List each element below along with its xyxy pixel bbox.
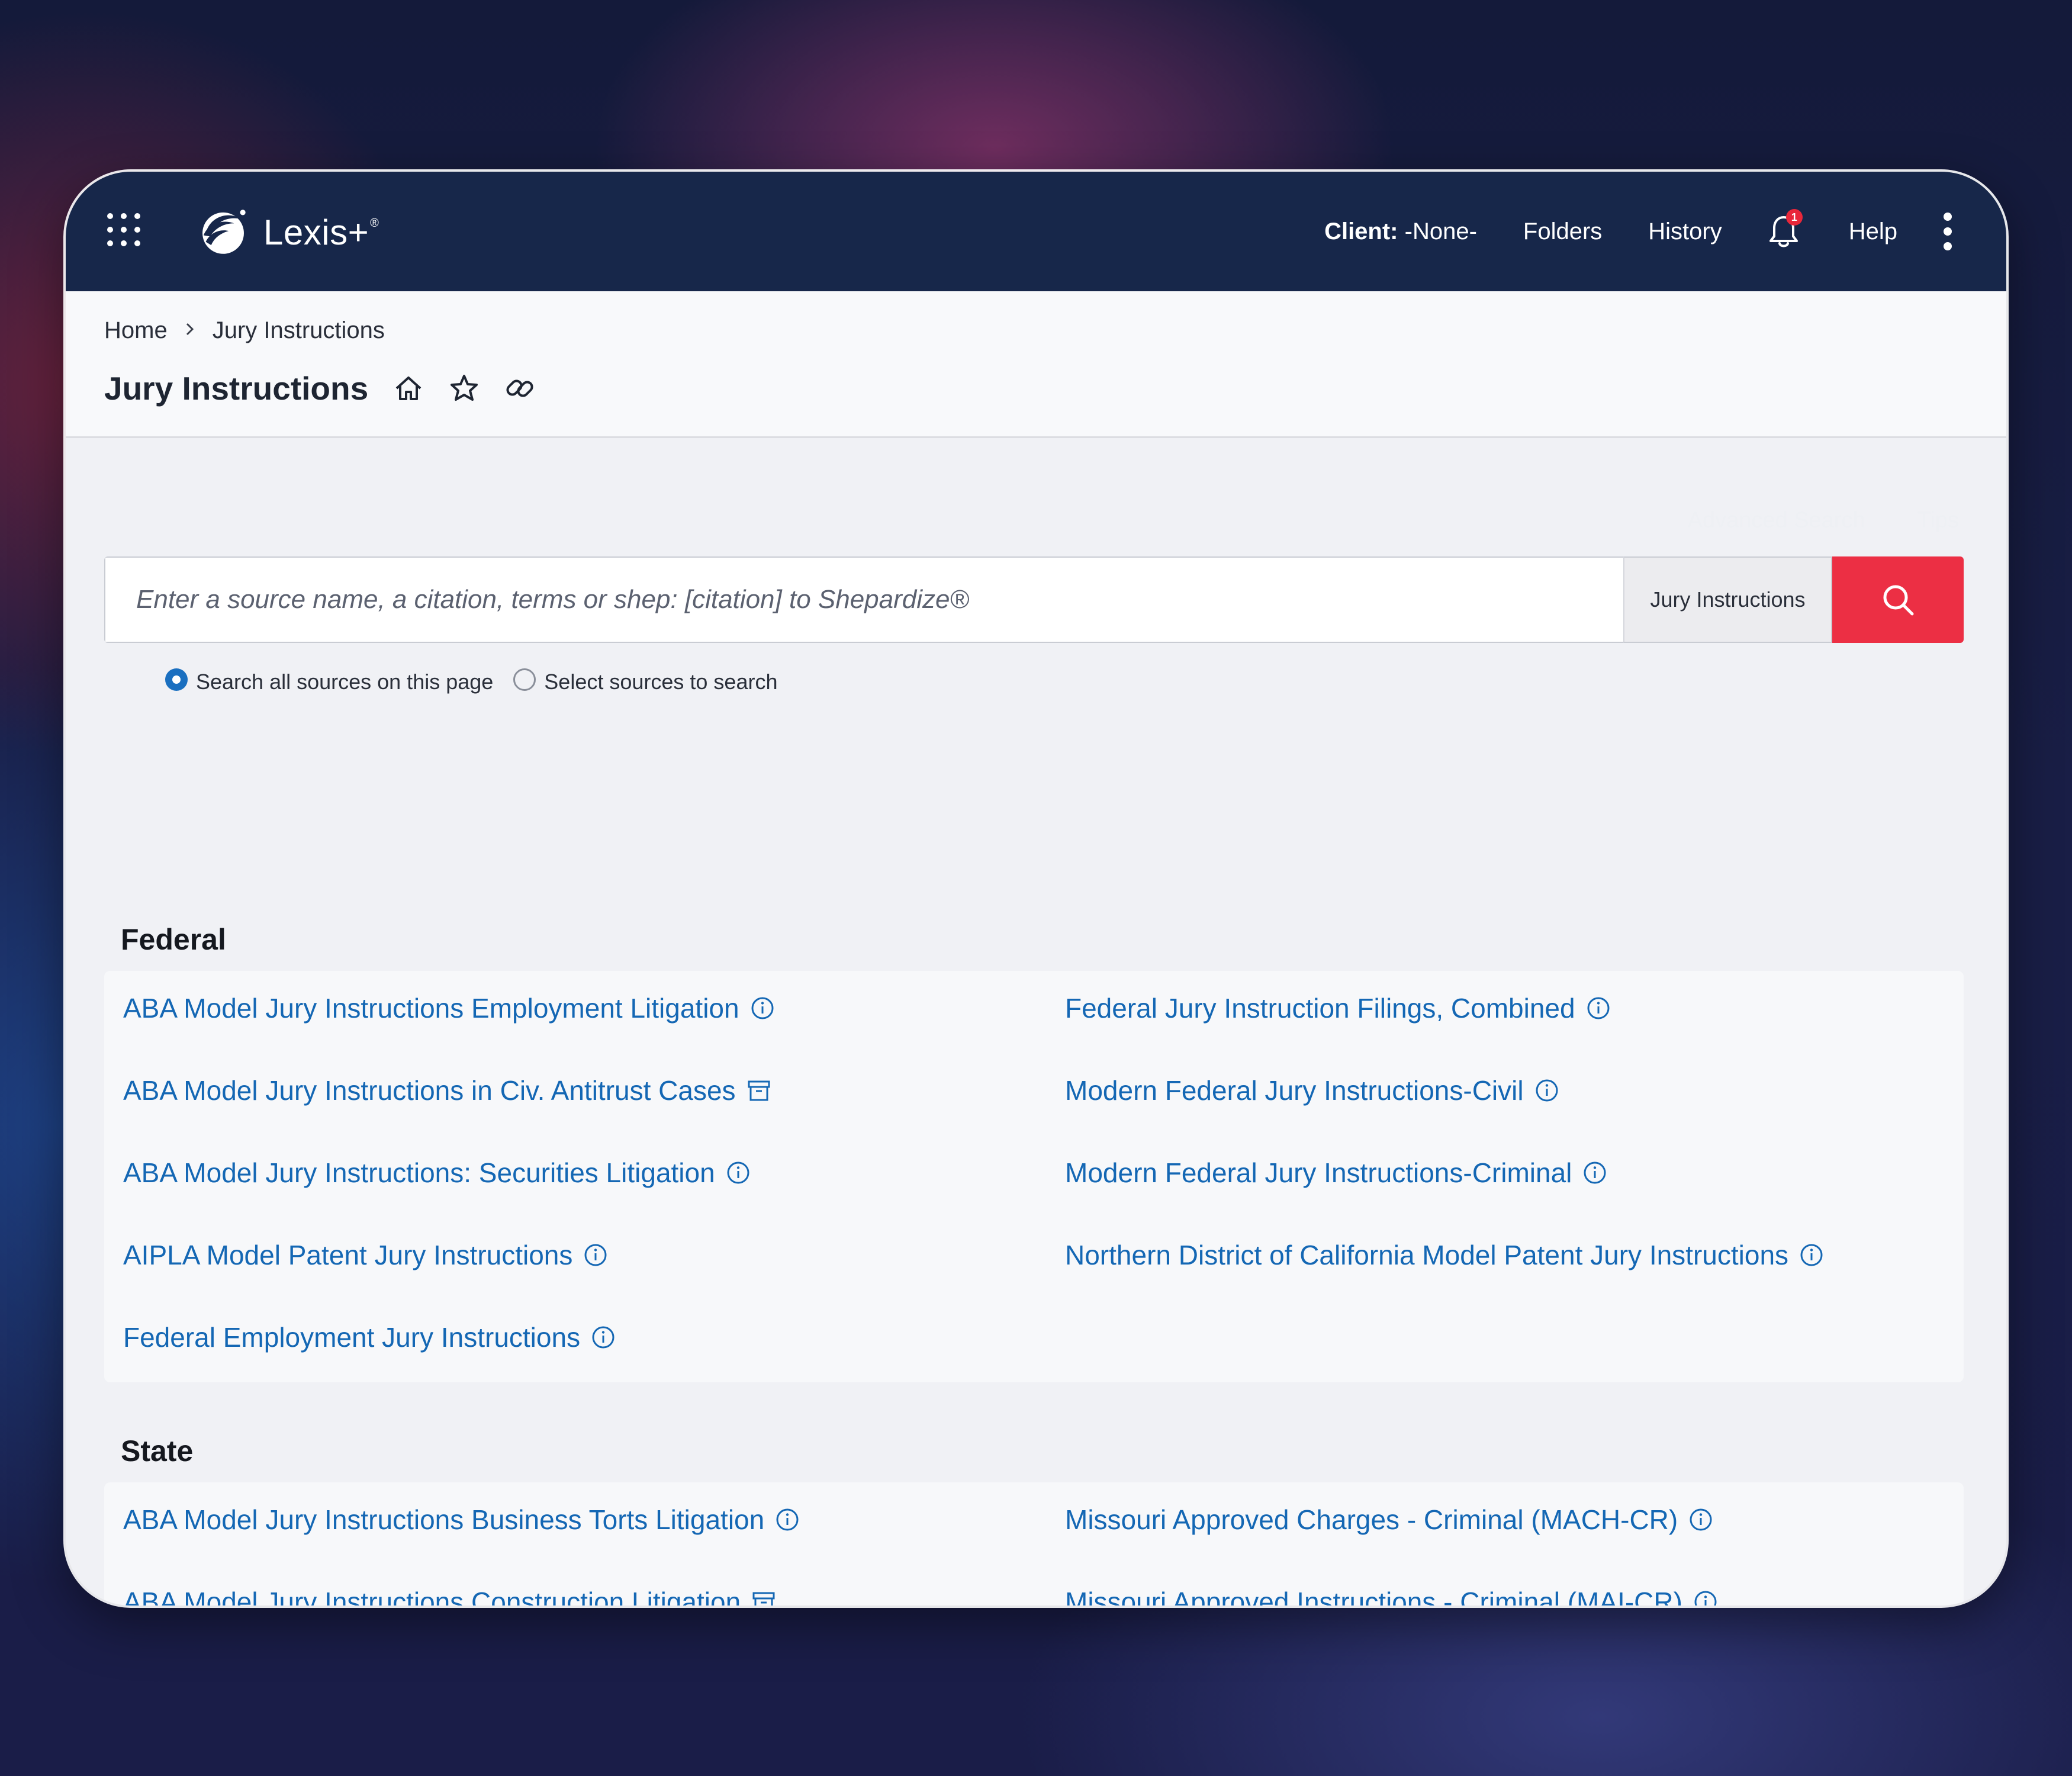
archive-icon[interactable] [747,1078,771,1103]
section-title-federal: Federal [121,923,226,956]
more-options-icon[interactable] [1944,213,1953,250]
info-icon[interactable] [1582,1160,1607,1185]
source-link-label: ABA Model Jury Instructions Employment L… [123,993,739,1024]
client-label: Client: [1324,218,1398,244]
state-source-link[interactable]: Missouri Approved Charges - Criminal (MA… [1065,1504,1713,1536]
notification-count-badge: 1 [1785,209,1803,226]
eagle-logo-icon [202,210,246,254]
section-title-state: State [121,1434,194,1468]
radio-selected-icon[interactable] [165,668,188,691]
info-icon[interactable] [1693,1590,1718,1606]
source-link-label: ABA Model Jury Instructions in Civ. Anti… [123,1075,736,1106]
federal-source-link[interactable]: ABA Model Jury Instructions Employment L… [123,992,775,1024]
federal-source-link[interactable]: AIPLA Model Patent Jury Instructions [123,1239,608,1271]
info-icon[interactable] [1799,1243,1824,1267]
lexis-logo[interactable]: Lexis+ ® [196,202,379,262]
radio-select-sources[interactable]: Select sources to search [513,668,778,694]
search-links: Advanced Search Tips [1636,508,1959,533]
info-icon[interactable] [583,1243,608,1267]
source-link-label: Modern Federal Jury Instructions-Civil [1065,1075,1524,1106]
advanced-search-link[interactable]: Advanced Search [1688,508,1865,533]
federal-source-link[interactable]: Federal Jury Instruction Filings, Combin… [1065,992,1611,1024]
source-link-label: ABA Model Jury Instructions Business Tor… [123,1504,765,1535]
state-source-link[interactable]: Missouri Approved Instructions - Crimina… [1065,1586,1718,1606]
source-link-label: Missouri Approved Charges - Criminal (MA… [1065,1504,1678,1535]
brand-trademark: ® [370,217,379,230]
folders-link[interactable]: Folders [1523,218,1602,245]
page-header: Home Jury Instructions Jury Instructions [66,291,2006,438]
search-icon [1883,585,1914,616]
breadcrumb-current: Jury Instructions [212,317,385,343]
chevron-right-icon [184,317,196,344]
federal-sources-panel: ABA Model Jury Instructions Employment L… [104,971,1964,1382]
radio-search-all[interactable]: Search all sources on this page [165,668,494,694]
search-input[interactable] [104,556,1623,643]
main-content: Advanced Search Tips Jury Instructions S… [66,438,2006,1606]
page-title-row: Jury Instructions [104,369,535,407]
info-icon[interactable] [591,1325,616,1350]
radio-search-all-label: Search all sources on this page [196,670,494,694]
archive-icon[interactable] [751,1590,776,1606]
federal-source-link[interactable]: Modern Federal Jury Instructions-Civil [1065,1074,1559,1106]
client-selector[interactable]: Client: -None- [1324,218,1477,245]
source-link-label: Federal Jury Instruction Filings, Combin… [1065,993,1575,1024]
source-filter-dropdown[interactable]: Jury Instructions [1623,556,1832,643]
search-button[interactable] [1832,556,1964,643]
browser-window: Lexis+ ® Client: -None- Folders History … [66,172,2006,1606]
info-icon[interactable] [726,1160,751,1185]
source-link-label: Northern District of California Model Pa… [1065,1240,1789,1270]
federal-source-link[interactable]: ABA Model Jury Instructions: Securities … [123,1157,751,1189]
top-navigation-bar: Lexis+ ® Client: -None- Folders History … [66,172,2006,291]
client-value: -None- [1404,218,1477,244]
app-launcher-icon[interactable] [107,213,140,246]
info-icon[interactable] [1586,996,1611,1021]
state-source-link[interactable]: ABA Model Jury Instructions Construction… [123,1586,776,1606]
source-link-label: ABA Model Jury Instructions: Securities … [123,1157,715,1188]
radio-select-sources-label: Select sources to search [544,670,778,694]
source-link-label: Modern Federal Jury Instructions-Crimina… [1065,1157,1572,1188]
federal-source-link[interactable]: Federal Employment Jury Instructions [123,1321,616,1353]
help-link[interactable]: Help [1849,218,1897,245]
history-link[interactable]: History [1648,218,1722,245]
link-icon[interactable] [504,373,535,404]
radio-unselected-icon[interactable] [513,668,536,691]
search-bar: Jury Instructions [104,556,1964,643]
brand-name: Lexis+ [263,212,369,252]
tips-link[interactable]: Tips [1917,508,1959,533]
info-icon[interactable] [1688,1507,1713,1532]
federal-source-link[interactable]: Modern Federal Jury Instructions-Crimina… [1065,1157,1607,1189]
top-nav-right: Client: -None- Folders History 1 Help [1324,172,2006,291]
star-icon[interactable] [449,373,480,404]
state-source-link[interactable]: ABA Model Jury Instructions Business Tor… [123,1504,800,1536]
source-link-label: Federal Employment Jury Instructions [123,1322,581,1353]
info-icon[interactable] [1534,1078,1559,1103]
federal-source-link[interactable]: Northern District of California Model Pa… [1065,1239,1824,1271]
source-link-label: ABA Model Jury Instructions Construction… [123,1587,741,1606]
page-title: Jury Instructions [104,370,369,407]
breadcrumb-home[interactable]: Home [104,317,168,344]
breadcrumb: Home Jury Instructions [104,317,385,344]
notifications-button[interactable]: 1 [1768,209,1803,249]
info-icon[interactable] [750,996,775,1021]
state-sources-panel: ABA Model Jury Instructions Business Tor… [104,1482,1964,1606]
source-link-label: Missouri Approved Instructions - Crimina… [1065,1587,1682,1606]
search-scope-options: Search all sources on this page Select s… [165,668,798,694]
home-icon[interactable] [393,373,424,404]
info-icon[interactable] [775,1507,800,1532]
federal-source-link[interactable]: ABA Model Jury Instructions in Civ. Anti… [123,1074,771,1106]
source-link-label: AIPLA Model Patent Jury Instructions [123,1240,573,1270]
